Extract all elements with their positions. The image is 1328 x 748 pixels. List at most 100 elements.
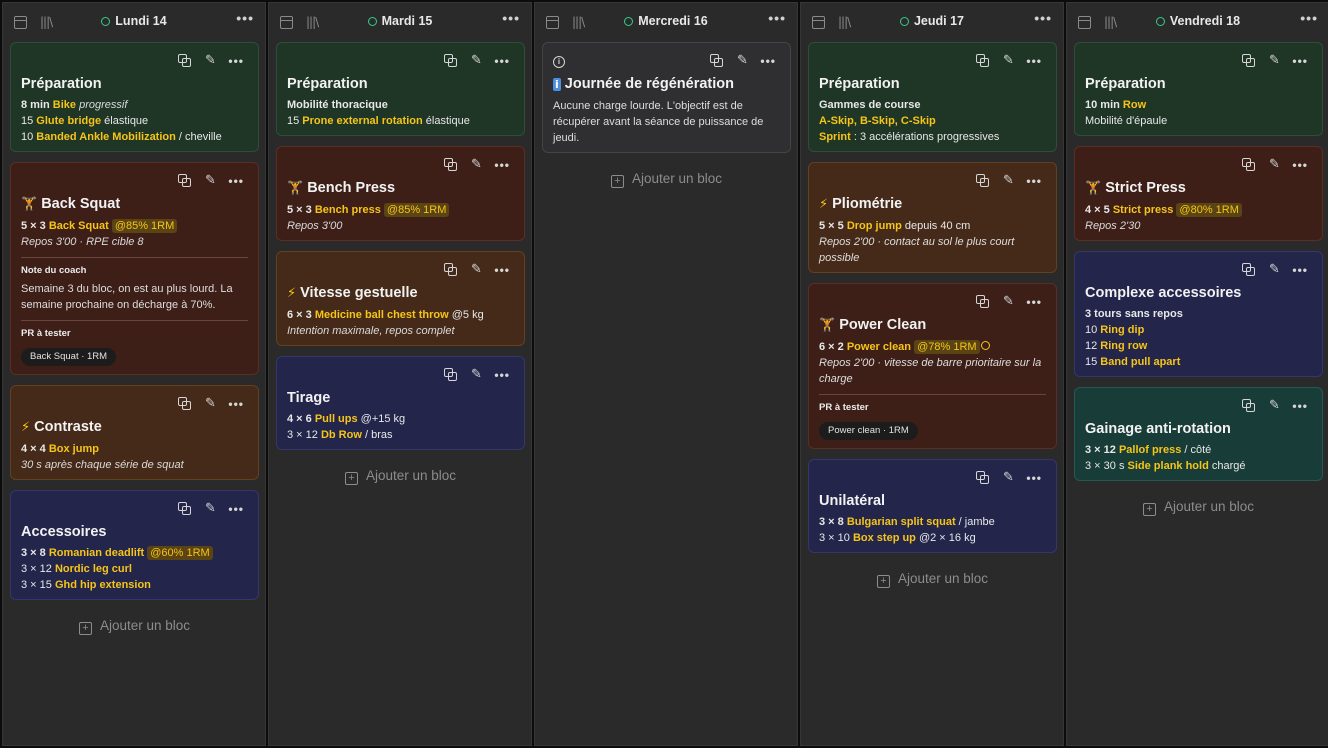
- copy-icon[interactable]: [976, 174, 990, 188]
- copy-icon[interactable]: [1242, 158, 1256, 172]
- pr-chip[interactable]: Power clean · 1RM: [819, 422, 918, 440]
- copy-icon[interactable]: [1242, 54, 1256, 68]
- exercise-name[interactable]: A-Skip, B-Skip, C-Skip: [819, 115, 936, 127]
- day-menu-button[interactable]: •••: [1034, 10, 1052, 26]
- copy-icon[interactable]: [710, 54, 724, 68]
- workout-block[interactable]: ✎ ••• Unilatéral 3 × 8 Bulgarian split squa…: [808, 459, 1057, 553]
- add-block-button[interactable]: + Ajouter un bloc: [542, 171, 791, 188]
- add-block-button[interactable]: + Ajouter un bloc: [1074, 499, 1323, 516]
- day-menu-button[interactable]: •••: [768, 10, 786, 26]
- more-icon[interactable]: •••: [494, 158, 510, 172]
- more-icon[interactable]: •••: [1292, 54, 1308, 68]
- copy-icon[interactable]: [444, 158, 458, 172]
- workout-block[interactable]: ✎ ••• 🏋 Strict Press 4 × 5 Strict press @80%…: [1074, 146, 1323, 241]
- copy-icon[interactable]: [444, 263, 458, 277]
- exercise-name[interactable]: Box step up: [853, 532, 916, 544]
- more-icon[interactable]: •••: [1292, 399, 1308, 413]
- exercise-name[interactable]: Row: [1123, 99, 1146, 111]
- workout-block[interactable]: i ✎ ••• i Journée de régénération Aucune char…: [542, 42, 791, 153]
- copy-icon[interactable]: [444, 368, 458, 382]
- exercise-name[interactable]: Pull ups: [315, 413, 358, 425]
- edit-icon[interactable]: ✎: [203, 174, 217, 188]
- day-menu-button[interactable]: •••: [236, 10, 254, 26]
- exercise-name[interactable]: Nordic leg curl: [55, 563, 132, 575]
- exercise-name[interactable]: Db Row: [321, 429, 362, 441]
- workout-block[interactable]: ✎ ••• Accessoires 3 × 8 Romanian deadlift @…: [10, 490, 259, 600]
- workout-block[interactable]: ✎ ••• Gainage anti-rotation 3 × 12 Pallof p…: [1074, 387, 1323, 481]
- exercise-name[interactable]: Drop jump: [847, 220, 902, 232]
- add-block-button[interactable]: + Ajouter un bloc: [276, 468, 525, 485]
- more-icon[interactable]: •••: [760, 54, 776, 68]
- exercise-name[interactable]: Band pull apart: [1100, 356, 1180, 368]
- edit-icon[interactable]: ✎: [1001, 54, 1015, 68]
- workout-block[interactable]: ✎ ••• Préparation 10 min Row Mobilité d'épau…: [1074, 42, 1323, 136]
- edit-icon[interactable]: ✎: [203, 54, 217, 68]
- copy-icon[interactable]: [976, 471, 990, 485]
- workout-block[interactable]: ✎ ••• Tirage 4 × 6 Pull ups @+15 kg 3 × 12 D…: [276, 356, 525, 450]
- copy-icon[interactable]: [1242, 263, 1256, 277]
- workout-block[interactable]: ✎ ••• 🏋 Back Squat 5 × 3 Back Squat @85% 1RM…: [10, 162, 259, 375]
- edit-icon[interactable]: ✎: [203, 502, 217, 516]
- workout-block[interactable]: ✎ ••• Complexe accessoires 3 tours sans rep…: [1074, 251, 1323, 377]
- more-icon[interactable]: •••: [228, 174, 244, 188]
- edit-icon[interactable]: ✎: [469, 263, 483, 277]
- exercise-name[interactable]: Medicine ball chest throw: [315, 309, 449, 321]
- copy-icon[interactable]: [178, 54, 192, 68]
- exercise-name[interactable]: Back Squat: [49, 220, 109, 232]
- exercise-name[interactable]: Prone external rotation: [302, 115, 422, 127]
- edit-icon[interactable]: ✎: [469, 54, 483, 68]
- edit-icon[interactable]: ✎: [1267, 263, 1281, 277]
- pr-chip[interactable]: Back Squat · 1RM: [21, 348, 117, 366]
- more-icon[interactable]: •••: [1292, 263, 1308, 277]
- copy-icon[interactable]: [976, 54, 990, 68]
- exercise-name[interactable]: Romanian deadlift: [49, 547, 144, 559]
- exercise-name[interactable]: Pallof press: [1119, 444, 1181, 456]
- copy-icon[interactable]: [1242, 399, 1256, 413]
- more-icon[interactable]: •••: [1026, 295, 1042, 309]
- add-block-button[interactable]: + Ajouter un bloc: [808, 571, 1057, 588]
- edit-icon[interactable]: ✎: [1267, 54, 1281, 68]
- exercise-name[interactable]: Bulgarian split squat: [847, 516, 956, 528]
- edit-icon[interactable]: ✎: [1267, 399, 1281, 413]
- copy-icon[interactable]: [976, 295, 990, 309]
- edit-icon[interactable]: ✎: [735, 54, 749, 68]
- exercise-name[interactable]: Box jump: [49, 443, 99, 455]
- edit-icon[interactable]: ✎: [469, 158, 483, 172]
- exercise-name[interactable]: Bench press: [315, 204, 381, 216]
- day-menu-button[interactable]: •••: [1300, 10, 1318, 26]
- workout-block[interactable]: ✎ ••• Préparation Gammes de course A-Skip, B…: [808, 42, 1057, 152]
- day-menu-button[interactable]: •••: [502, 10, 520, 26]
- more-icon[interactable]: •••: [494, 368, 510, 382]
- copy-icon[interactable]: [178, 174, 192, 188]
- more-icon[interactable]: •••: [228, 502, 244, 516]
- workout-block[interactable]: ✎ ••• ⚡ Pliométrie 5 × 5 Drop jump depuis 40…: [808, 162, 1057, 273]
- more-icon[interactable]: •••: [228, 397, 244, 411]
- more-icon[interactable]: •••: [1026, 54, 1042, 68]
- add-block-button[interactable]: + Ajouter un bloc: [10, 618, 259, 635]
- more-icon[interactable]: •••: [494, 54, 510, 68]
- exercise-name[interactable]: Banded Ankle Mobilization: [36, 131, 176, 143]
- workout-block[interactable]: ✎ ••• 🏋 Bench Press 5 × 3 Bench press @85% 1…: [276, 146, 525, 241]
- workout-block[interactable]: ✎ ••• Préparation Mobilité thoracique 15 Pro…: [276, 42, 525, 136]
- more-icon[interactable]: •••: [1292, 158, 1308, 172]
- edit-icon[interactable]: ✎: [1001, 295, 1015, 309]
- more-icon[interactable]: •••: [494, 263, 510, 277]
- exercise-name[interactable]: Side plank hold: [1128, 460, 1209, 472]
- edit-icon[interactable]: ✎: [1267, 158, 1281, 172]
- more-icon[interactable]: •••: [228, 54, 244, 68]
- edit-icon[interactable]: ✎: [469, 368, 483, 382]
- exercise-name[interactable]: Ring dip: [1100, 324, 1144, 336]
- copy-icon[interactable]: [178, 397, 192, 411]
- edit-icon[interactable]: ✎: [1001, 471, 1015, 485]
- copy-icon[interactable]: [178, 502, 192, 516]
- more-icon[interactable]: •••: [1026, 174, 1042, 188]
- edit-icon[interactable]: ✎: [203, 397, 217, 411]
- exercise-name[interactable]: Bike: [53, 99, 76, 111]
- exercise-name[interactable]: Glute bridge: [36, 115, 101, 127]
- exercise-name[interactable]: Ghd hip extension: [55, 579, 151, 591]
- exercise-name[interactable]: Sprint: [819, 131, 851, 143]
- workout-block[interactable]: ✎ ••• ⚡ Contraste 4 × 4 Box jump 30 s après c…: [10, 385, 259, 480]
- exercise-name[interactable]: Ring row: [1100, 340, 1147, 352]
- exercise-name[interactable]: Strict press: [1113, 204, 1174, 216]
- copy-icon[interactable]: [444, 54, 458, 68]
